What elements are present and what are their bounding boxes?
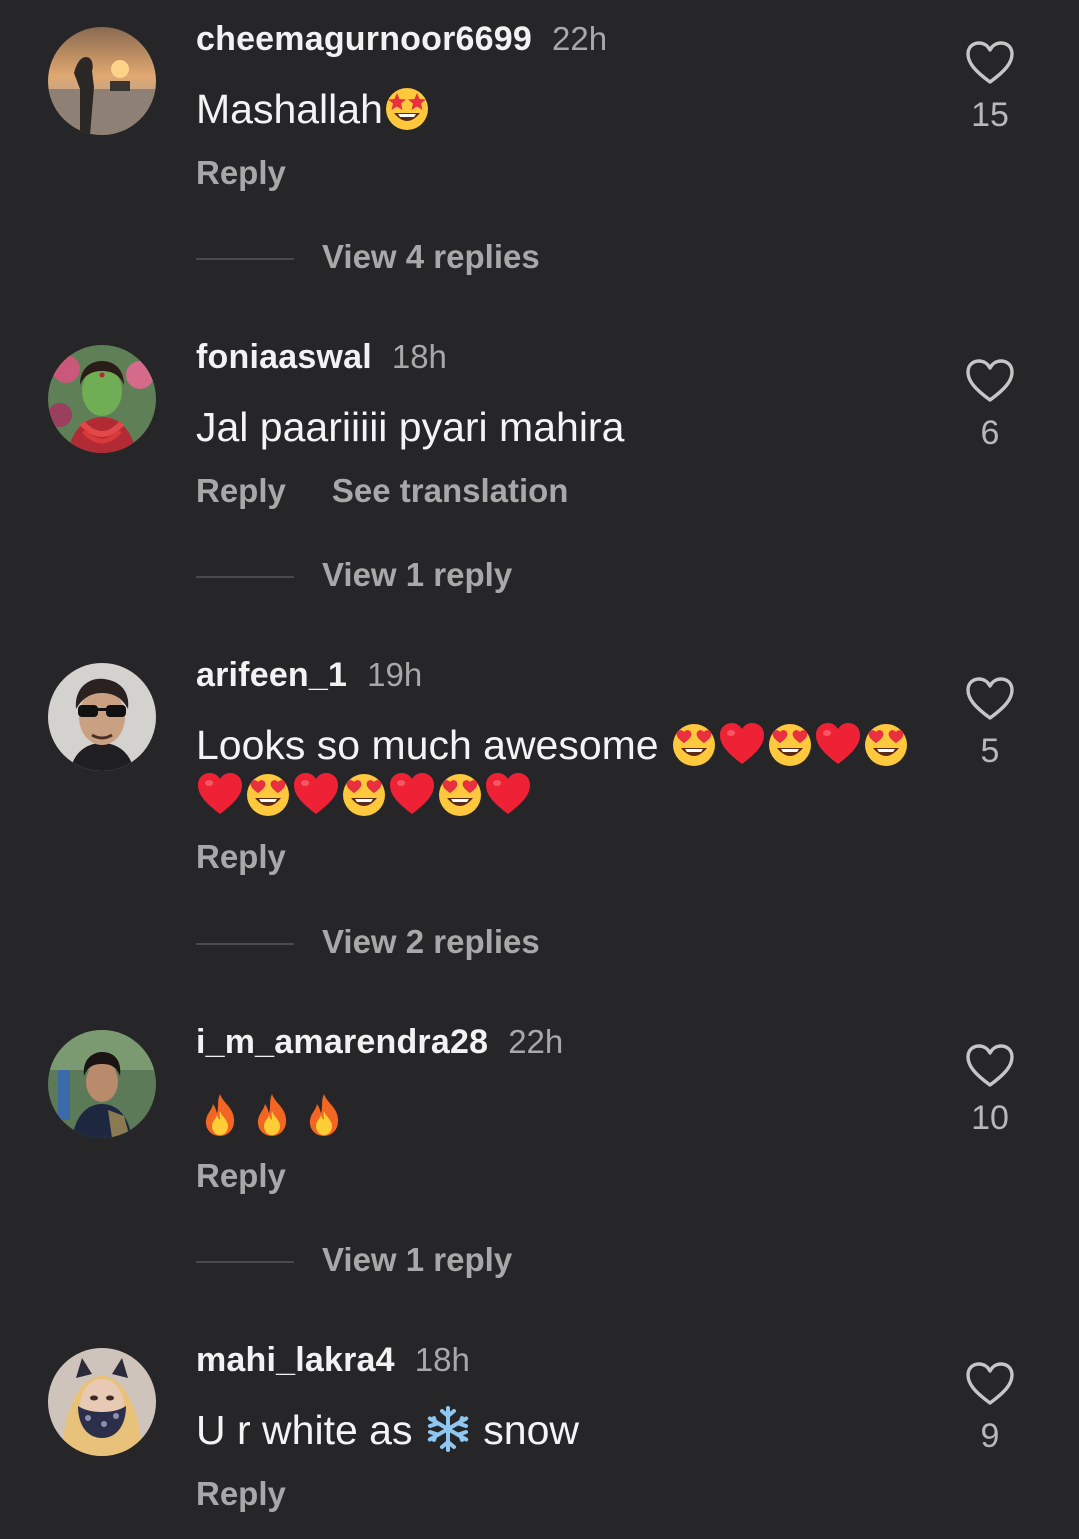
comment-meta: i_m_amarendra28 22h <box>196 1023 563 1062</box>
like-button[interactable]: 6 <box>950 358 1030 453</box>
reply-button[interactable]: Reply <box>196 838 286 875</box>
username[interactable]: mahi_lakra4 <box>196 1341 395 1379</box>
comment-text-body: Mashallah <box>196 86 383 132</box>
heart-eyes-emoji-icon <box>244 770 292 818</box>
like-count: 5 <box>980 732 1000 770</box>
username[interactable]: i_m_amarendra28 <box>196 1023 488 1061</box>
heart-outline-icon[interactable] <box>965 358 1015 404</box>
view-replies-label: View 2 replies <box>322 923 540 960</box>
comment-actions: Reply <box>196 838 286 876</box>
divider-line <box>196 943 294 945</box>
heart-eyes-emoji-icon <box>436 770 484 818</box>
heart-outline-icon[interactable] <box>965 1361 1015 1407</box>
star-struck-emoji-icon <box>383 84 431 132</box>
timestamp: 18h <box>414 1341 470 1378</box>
comment-text-body: Looks so much awesome <box>196 722 659 768</box>
heart-eyes-emoji-icon <box>766 720 814 768</box>
comment-text: Looks so much awesome <box>196 720 916 820</box>
view-replies-label: View 1 reply <box>322 556 513 593</box>
like-button[interactable]: 9 <box>950 1361 1030 1456</box>
fire-emoji-icon <box>196 1091 244 1139</box>
red-heart-emoji-icon <box>814 720 862 768</box>
like-count: 6 <box>980 414 1000 452</box>
like-button[interactable]: 5 <box>950 676 1030 771</box>
reply-button[interactable]: Reply <box>196 154 286 191</box>
comment-text-after: snow <box>483 1407 579 1453</box>
like-count: 10 <box>971 1099 1009 1137</box>
heart-eyes-emoji-icon <box>670 720 718 768</box>
timestamp: 18h <box>391 338 447 375</box>
comment-meta: foniaaswal 18h <box>196 338 447 377</box>
avatar[interactable] <box>48 1348 156 1456</box>
timestamp: 22h <box>508 1023 564 1060</box>
like-button[interactable]: 15 <box>950 40 1030 135</box>
username[interactable]: arifeen_1 <box>196 656 347 694</box>
comment-text: U r white as snow <box>196 1405 916 1455</box>
red-heart-emoji-icon <box>292 770 340 818</box>
comment-text-before: U r white as <box>196 1407 413 1453</box>
comment-text <box>196 1091 916 1141</box>
red-heart-emoji-icon <box>388 770 436 818</box>
red-heart-emoji-icon <box>196 770 244 818</box>
fire-emoji-icon <box>248 1091 296 1139</box>
view-replies-label: View 1 reply <box>322 1241 513 1278</box>
comment-text: Jal paariiiii pyari mahira <box>196 402 916 452</box>
heart-outline-icon[interactable] <box>965 40 1015 86</box>
reply-button[interactable]: Reply <box>196 472 286 509</box>
reply-button[interactable]: Reply <box>196 1157 286 1194</box>
reply-button[interactable]: Reply <box>196 1475 286 1512</box>
avatar[interactable] <box>48 345 156 453</box>
comment-meta: cheemagurnoor6699 22h <box>196 20 607 59</box>
red-heart-emoji-icon <box>484 770 532 818</box>
like-button[interactable]: 10 <box>950 1043 1030 1138</box>
avatar[interactable] <box>48 663 156 771</box>
comment-meta: arifeen_1 19h <box>196 656 422 695</box>
comment-actions: Reply <box>196 154 286 192</box>
divider-line <box>196 576 294 578</box>
divider-line <box>196 258 294 260</box>
heart-eyes-emoji-icon <box>862 720 910 768</box>
like-count: 9 <box>980 1417 1000 1455</box>
divider-line <box>196 1261 294 1263</box>
comment-actions: Reply See translation <box>196 472 568 510</box>
heart-eyes-emoji-icon <box>340 770 388 818</box>
timestamp: 19h <box>367 656 423 693</box>
fire-emoji-icon <box>300 1091 348 1139</box>
snowflake-emoji-icon <box>424 1405 472 1453</box>
see-translation-button[interactable]: See translation <box>332 472 569 509</box>
username[interactable]: foniaaswal <box>196 338 372 376</box>
comment-actions: Reply <box>196 1157 286 1195</box>
heart-outline-icon[interactable] <box>965 676 1015 722</box>
username[interactable]: cheemagurnoor6699 <box>196 20 532 58</box>
comment-meta: mahi_lakra4 18h <box>196 1341 470 1380</box>
comment-text: Mashallah <box>196 84 916 134</box>
comment-actions: Reply <box>196 1475 286 1513</box>
avatar[interactable] <box>48 27 156 135</box>
avatar[interactable] <box>48 1030 156 1138</box>
like-count: 15 <box>971 96 1009 134</box>
timestamp: 22h <box>551 20 608 57</box>
heart-outline-icon[interactable] <box>965 1043 1015 1089</box>
view-replies-label: View 4 replies <box>322 238 540 275</box>
comment-text-body: Jal paariiiii pyari mahira <box>196 404 625 450</box>
red-heart-emoji-icon <box>718 720 766 768</box>
